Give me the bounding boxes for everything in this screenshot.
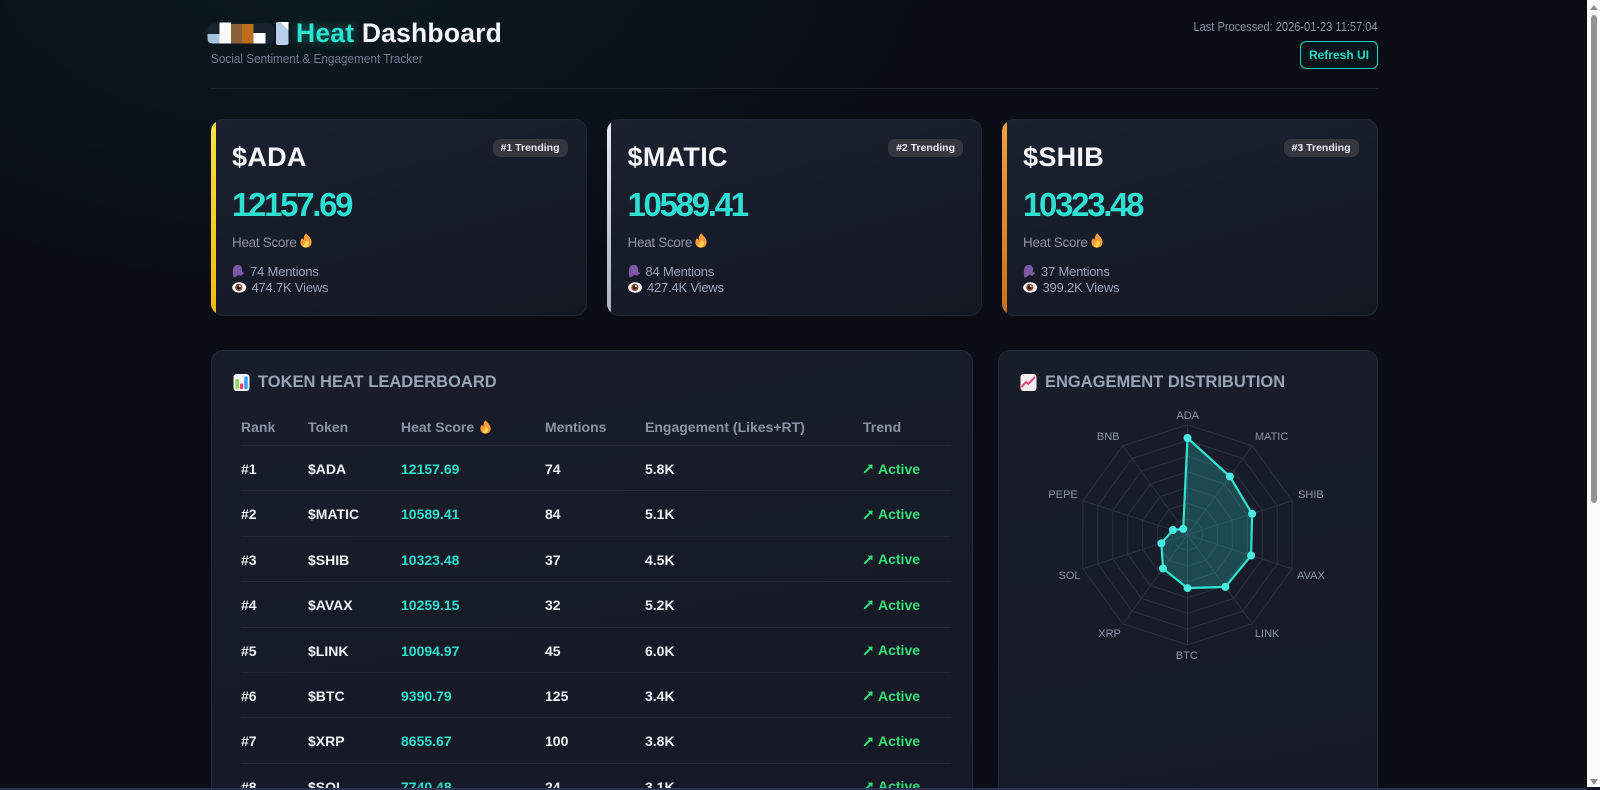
svg-text:SHIB: SHIB xyxy=(1298,489,1324,501)
svg-text:AVAX: AVAX xyxy=(1297,570,1325,582)
svg-text:LINK: LINK xyxy=(1255,627,1280,639)
svg-text:MATIC: MATIC xyxy=(1255,431,1288,443)
svg-text:ADA: ADA xyxy=(1176,409,1199,421)
svg-text:SOL: SOL xyxy=(1058,570,1080,582)
svg-text:BNB: BNB xyxy=(1097,431,1120,443)
svg-text:PEPE: PEPE xyxy=(1048,489,1077,501)
svg-text:BTC: BTC xyxy=(1176,650,1198,662)
svg-text:XRP: XRP xyxy=(1098,627,1121,639)
